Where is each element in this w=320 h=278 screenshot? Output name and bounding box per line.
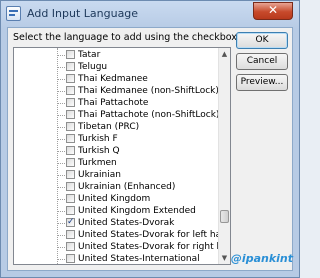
list-item-label: Turkish Q bbox=[78, 146, 120, 156]
list-item[interactable]: Turkmen bbox=[14, 157, 219, 169]
list-item[interactable]: ✓ United States-Dvorak bbox=[14, 217, 219, 229]
close-button[interactable]: ✕ bbox=[253, 2, 293, 20]
list-item[interactable]: Ukrainian bbox=[14, 169, 219, 181]
checkbox[interactable] bbox=[66, 194, 75, 203]
checkbox[interactable] bbox=[66, 62, 75, 71]
keyboard-icon bbox=[6, 6, 21, 21]
checkbox[interactable] bbox=[66, 230, 75, 239]
list-item-label: Thai Kedmanee (non-ShiftLock) bbox=[78, 86, 219, 96]
list-item[interactable]: Turkish Q bbox=[14, 145, 219, 157]
checkbox[interactable] bbox=[66, 110, 75, 119]
scroll-down-icon[interactable]: ▼ bbox=[219, 252, 230, 264]
tree-branch bbox=[58, 127, 65, 128]
tree-branch bbox=[58, 151, 65, 152]
list-item[interactable]: Thai Pattachote bbox=[14, 97, 219, 109]
list-item[interactable]: United Kingdom bbox=[14, 193, 219, 205]
checkbox[interactable] bbox=[66, 134, 75, 143]
preview-button[interactable]: Preview... bbox=[236, 74, 288, 91]
list-item-label: Thai Pattachote bbox=[78, 98, 149, 108]
list-item-label: Ukrainian bbox=[78, 170, 121, 180]
checkbox[interactable] bbox=[66, 206, 75, 215]
list-item-label: United Kingdom bbox=[78, 194, 151, 204]
tree-branch bbox=[58, 163, 65, 164]
list-item[interactable]: Thai Kedmanee (non-ShiftLock) bbox=[14, 85, 219, 97]
list-item[interactable]: Tibetan (PRC) bbox=[14, 121, 219, 133]
checkbox[interactable] bbox=[66, 146, 75, 155]
scroll-thumb[interactable] bbox=[220, 210, 229, 223]
checkbox[interactable] bbox=[66, 242, 75, 251]
tree-branch bbox=[58, 235, 65, 236]
watermark: @ipankint bbox=[230, 252, 293, 265]
list-item[interactable]: United States-Dvorak for left hand bbox=[14, 229, 230, 241]
tree-branch bbox=[58, 139, 65, 140]
checkbox[interactable] bbox=[66, 98, 75, 107]
checkbox[interactable] bbox=[66, 182, 75, 191]
list-item-label: Tatar bbox=[78, 50, 101, 60]
list-item[interactable]: United Kingdom Extended bbox=[14, 205, 219, 217]
checkbox[interactable] bbox=[66, 86, 75, 95]
list-item-label: United States-Dvorak bbox=[78, 218, 175, 228]
tree-branch bbox=[58, 187, 65, 188]
list-item-label: Thai Kedmanee bbox=[78, 74, 148, 84]
checkbox[interactable] bbox=[66, 158, 75, 167]
tree-branch bbox=[58, 259, 65, 260]
tree-branch bbox=[58, 223, 65, 224]
list-item-label: Telugu bbox=[78, 62, 108, 72]
list-item[interactable]: Tatar bbox=[14, 49, 219, 61]
checkbox[interactable]: ✓ bbox=[66, 218, 75, 227]
list-item-label: United States-Dvorak for right hand bbox=[78, 242, 231, 252]
list-item[interactable]: Thai Kedmanee bbox=[14, 73, 219, 85]
tree-branch bbox=[58, 211, 65, 212]
checkbox[interactable] bbox=[66, 50, 75, 59]
tree-branch bbox=[58, 79, 65, 80]
scroll-up-icon[interactable]: ▲ bbox=[219, 48, 230, 60]
list-item-label: United States-Dvorak for left hand bbox=[78, 230, 231, 240]
list-item-label: United States-International bbox=[78, 254, 200, 264]
window-title: Add Input Language bbox=[27, 7, 139, 20]
tree-branch bbox=[58, 175, 65, 176]
tree-branch bbox=[58, 199, 65, 200]
dialog-window: Add Input Language ✕ Select the language… bbox=[0, 0, 300, 278]
dialog-body: Select the language to add using the che… bbox=[7, 27, 293, 271]
list-item[interactable]: Thai Pattachote (non-ShiftLock) bbox=[14, 109, 219, 121]
tree-branch bbox=[58, 91, 65, 92]
list-item-label: United Kingdom Extended bbox=[78, 206, 196, 216]
list-item[interactable]: Telugu bbox=[14, 61, 219, 73]
list-item[interactable]: Ukrainian (Enhanced) bbox=[14, 181, 219, 193]
list-item-label: Ukrainian (Enhanced) bbox=[78, 182, 176, 192]
list-item[interactable]: Turkish F bbox=[14, 133, 219, 145]
tree-branch bbox=[58, 115, 65, 116]
list-item-label: Thai Pattachote (non-ShiftLock) bbox=[78, 110, 220, 120]
checkbox[interactable] bbox=[66, 74, 75, 83]
vertical-scrollbar[interactable]: ▲ ▼ bbox=[218, 48, 230, 264]
checkbox[interactable] bbox=[66, 122, 75, 131]
list-item-label: Turkmen bbox=[78, 158, 117, 168]
cancel-button[interactable]: Cancel bbox=[236, 53, 288, 70]
list-item[interactable]: United States-Dvorak for right hand bbox=[14, 241, 230, 253]
title-bar[interactable]: Add Input Language ✕ bbox=[1, 1, 299, 27]
list-item[interactable]: United States-International bbox=[14, 253, 219, 264]
tree-branch bbox=[58, 103, 65, 104]
checkbox[interactable] bbox=[66, 170, 75, 179]
tree-branch bbox=[58, 247, 65, 248]
language-list[interactable]: Tatar Telugu Thai Kedmanee Thai Kedmanee (n… bbox=[13, 47, 231, 265]
list-item-label: Turkish F bbox=[78, 134, 118, 144]
tree-branch bbox=[58, 55, 65, 56]
tree-branch bbox=[58, 67, 65, 68]
ok-button[interactable]: OK bbox=[236, 32, 288, 49]
list-item-label: Tibetan (PRC) bbox=[78, 122, 140, 132]
checkbox[interactable] bbox=[66, 254, 75, 263]
